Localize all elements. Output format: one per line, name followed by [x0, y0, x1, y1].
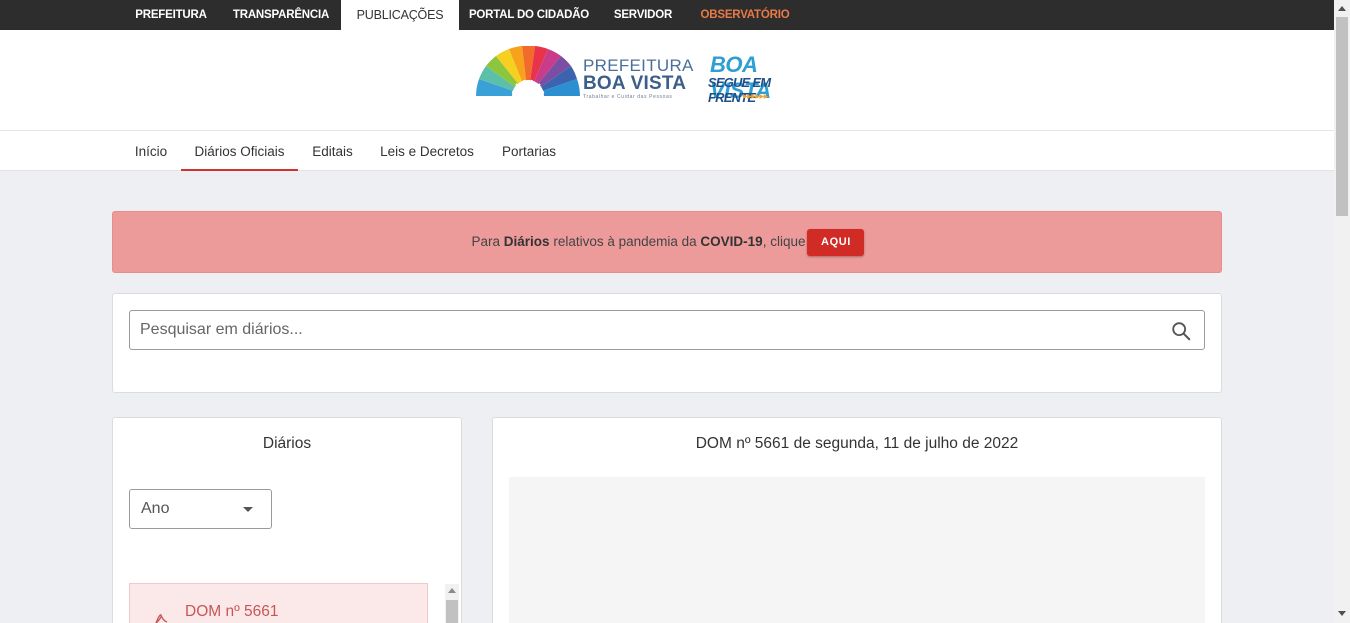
page-scrollbar[interactable] [1334, 0, 1350, 623]
topnav-publicacoes[interactable]: PUBLICAÇÕES [341, 0, 459, 30]
top-navigation-bar: PREFEITURA TRANSPARÊNCIA PUBLICAÇÕES POR… [0, 0, 1334, 30]
scrollbar-thumb[interactable] [446, 600, 458, 623]
prefeitura-logo-text: PREFEITURA BOA VISTA Trabalhar e Cuidar … [583, 57, 694, 100]
alert-text-after: , clique [762, 234, 806, 249]
logo-header: PREFEITURA BOA VISTA Trabalhar e Cuidar … [0, 30, 1334, 131]
topnav-servidor[interactable]: SERVIDOR [598, 0, 688, 30]
pdf-icon [155, 614, 168, 623]
scroll-up-arrow-icon[interactable] [1338, 6, 1346, 11]
logo2-arrows: ▶▶▶▶▶▶ [743, 94, 768, 100]
alert-text-middle: relativos à pandemia da [549, 234, 701, 249]
subnav-editais[interactable]: Editais [300, 131, 365, 171]
diario-list-item-label: DOM nº 5661 [185, 603, 279, 620]
covid-alert-banner: Para Diários relativos à pandemia da COV… [112, 211, 1222, 273]
year-select[interactable]: Ano [129, 489, 272, 529]
scroll-down-arrow-icon[interactable] [1338, 611, 1346, 616]
secondary-navigation: Início Diários Oficiais Editais Leis e D… [0, 131, 1334, 171]
logo-line-boa-vista: BOA VISTA [583, 73, 687, 94]
alert-bold-covid: COVID-19 [700, 234, 763, 249]
diario-list-item[interactable]: DOM nº 5661 [129, 583, 428, 623]
subnav-leis-e-decretos[interactable]: Leis e Decretos [368, 131, 486, 171]
document-title: DOM nº 5661 de segunda, 11 de julho de 2… [695, 435, 1019, 452]
alert-text-before: Para [471, 234, 504, 249]
topnav-portal-do-cidadao[interactable]: PORTAL DO CIDADÃO [461, 0, 597, 30]
diarios-panel: Diários Ano DOM nº 5661 [112, 417, 462, 623]
aqui-button[interactable]: AQUI [807, 228, 865, 256]
logo-line-prefeitura: PREFEITURA [583, 56, 694, 75]
alert-bold-diarios: Diários [503, 234, 550, 249]
subnav-inicio[interactable]: Início [121, 131, 181, 171]
subnav-portarias[interactable]: Portarias [489, 131, 569, 171]
diarios-panel-title: Diários [262, 435, 312, 452]
topnav-observatorio[interactable]: OBSERVATÓRIO [690, 0, 800, 30]
document-viewer-panel: DOM nº 5661 de segunda, 11 de julho de 2… [492, 417, 1222, 623]
search-icon[interactable] [1170, 320, 1192, 342]
subnav-diarios-oficiais[interactable]: Diários Oficiais [181, 131, 298, 171]
boa-vista-segue-em-frente-logo[interactable]: BOA VISTA SEGUE EM FRENTE ▶▶▶▶▶▶ [707, 50, 811, 105]
topnav-transparencia[interactable]: TRANSPARÊNCIA [222, 0, 340, 30]
logo2-line2: SEGUE EM FRENTE [708, 75, 771, 105]
scroll-up-arrow-icon[interactable] [448, 588, 456, 593]
search-input[interactable] [140, 311, 1160, 349]
search-box [129, 310, 1205, 350]
search-card [112, 293, 1222, 393]
prefeitura-fan-logo-icon[interactable] [474, 46, 582, 96]
pdf-viewer-area[interactable] [509, 477, 1205, 623]
page-scrollbar-thumb[interactable] [1336, 17, 1348, 216]
alert-message: Para Diários relativos à pandemia da COV… [113, 212, 1223, 272]
logo-tagline: Trabalhar e Cuidar das Pessoas [583, 94, 673, 100]
diarios-list-scrollbar[interactable] [445, 584, 459, 623]
topnav-prefeitura[interactable]: PREFEITURA [121, 0, 221, 30]
chevron-down-icon [243, 507, 253, 512]
year-select-value: Ano [141, 500, 170, 517]
